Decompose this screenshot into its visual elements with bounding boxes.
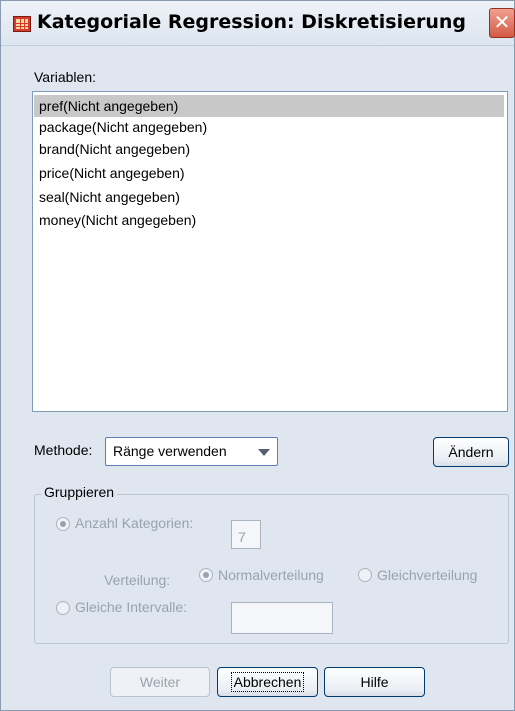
- count-categories-input[interactable]: 7: [231, 520, 261, 549]
- list-item[interactable]: brand(Nicht angegeben): [34, 138, 504, 160]
- list-item[interactable]: price(Nicht angegeben): [34, 162, 504, 184]
- spss-table-icon: [13, 16, 31, 32]
- method-dropdown[interactable]: Ränge verwenden: [105, 437, 278, 466]
- uniform-distribution-radio[interactable]: [358, 568, 372, 582]
- help-button[interactable]: Hilfe: [324, 667, 425, 697]
- distribution-label: Verteilung:: [104, 572, 171, 588]
- title-bar[interactable]: Kategoriale Regression: Diskretisierung …: [1, 1, 515, 46]
- list-item[interactable]: seal(Nicht angegeben): [34, 186, 504, 208]
- equal-intervals-input[interactable]: [231, 602, 333, 634]
- count-categories-label: Anzahl Kategorien:: [75, 515, 194, 531]
- cancel-button[interactable]: Abbrechen: [217, 667, 318, 697]
- list-item[interactable]: pref(Nicht angegeben): [34, 95, 504, 117]
- count-categories-radio[interactable]: [56, 517, 70, 531]
- variables-list[interactable]: pref(Nicht angegeben) package(Nicht ange…: [32, 91, 508, 412]
- equal-intervals-label: Gleiche Intervalle:: [75, 599, 188, 615]
- change-button[interactable]: Ändern: [433, 437, 509, 467]
- dropdown-arrow-icon: [258, 449, 270, 456]
- method-selected-value: Ränge verwenden: [113, 443, 227, 459]
- equal-intervals-radio[interactable]: [56, 601, 70, 615]
- normal-distribution-radio[interactable]: [199, 568, 213, 582]
- window-title: Kategoriale Regression: Diskretisierung: [37, 11, 466, 33]
- normal-distribution-label: Normalverteilung: [218, 567, 324, 583]
- discretization-dialog: Kategoriale Regression: Diskretisierung …: [0, 0, 515, 711]
- list-item[interactable]: money(Nicht angegeben): [34, 209, 504, 231]
- cancel-button-label: Abbrechen: [230, 672, 305, 692]
- uniform-distribution-label: Gleichverteilung: [377, 567, 478, 583]
- grouping-title: Gruppieren: [41, 484, 118, 500]
- method-label: Methode:: [34, 442, 93, 458]
- continue-button[interactable]: Weiter: [110, 667, 210, 697]
- close-button[interactable]: ✕: [489, 8, 515, 38]
- list-item[interactable]: package(Nicht angegeben): [34, 116, 504, 138]
- variables-label: Variablen:: [34, 69, 97, 85]
